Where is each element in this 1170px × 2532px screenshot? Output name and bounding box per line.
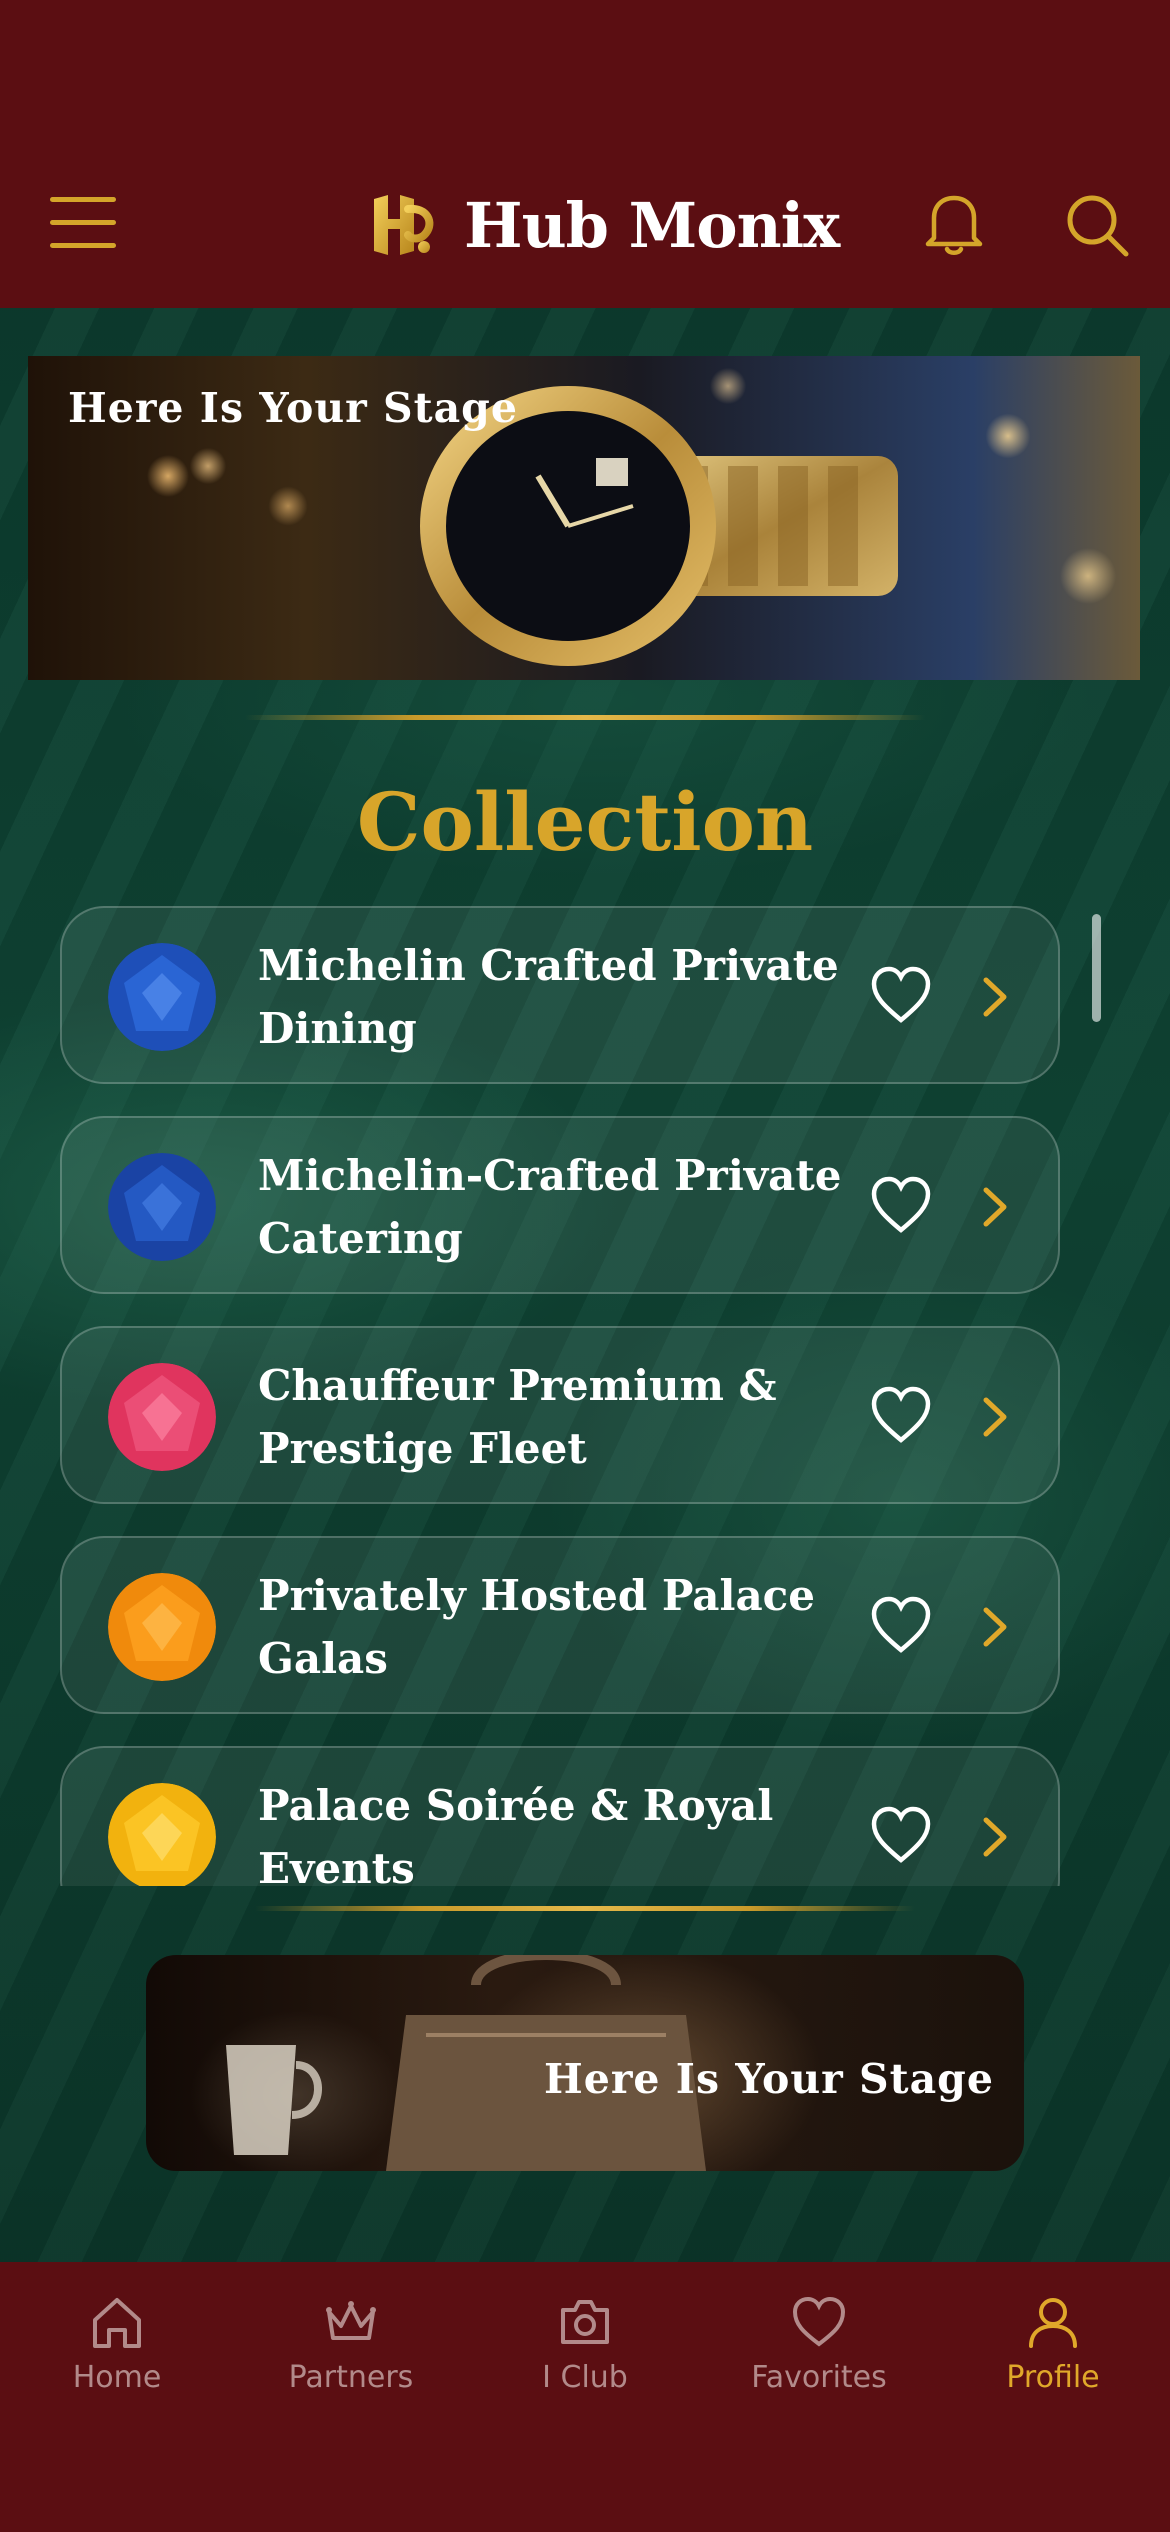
pink-gem-icon [108,1363,216,1471]
tab-label: Profile [1006,2360,1100,2395]
list-item[interactable]: Chauffeur Premium & Prestige Fleet [60,1326,1060,1504]
heart-icon[interactable] [870,1176,932,1236]
heart-icon[interactable] [870,1596,932,1656]
app-header: Hub Monix [0,0,1170,308]
gold-divider-bottom [255,1906,915,1911]
brand-name: Hub Monix [464,188,840,262]
collection-title: Collection [356,775,814,869]
tab-home[interactable]: Home [0,2292,234,2402]
item-label: Chauffeur Premium & Prestige Fleet [258,1361,777,1473]
item-label: Privately Hosted Palace Galas [258,1571,815,1683]
chevron-right-icon[interactable] [980,1814,1010,1860]
hero-banner[interactable]: Here Is Your Stage [28,356,1140,680]
item-label: Michelin Crafted Private Dining [258,941,839,1053]
tab-favorites[interactable]: Favorites [702,2292,936,2402]
gold-divider-top [245,715,925,720]
yellow-gem-icon [108,1783,216,1886]
bell-icon[interactable] [920,188,988,258]
item-label: Palace Soirée & Royal Events [258,1781,774,1886]
tab-i-club[interactable]: I Club [468,2292,702,2402]
bottom-tab-bar: Home Partners I Club Favorites Profile [0,2262,1170,2532]
list-item[interactable]: Michelin-Crafted Private Catering [60,1116,1060,1294]
list-item[interactable]: Palace Soirée & Royal Events [60,1746,1060,1886]
tab-label: I Club [542,2360,628,2395]
list-scrollbar[interactable] [1092,914,1101,1022]
camera-icon [561,2300,609,2344]
tab-label: Home [72,2360,162,2395]
item-label: Michelin-Crafted Private Catering [258,1151,842,1263]
tab-partners[interactable]: Partners [234,2292,468,2402]
list-item[interactable]: Privately Hosted Palace Galas [60,1536,1060,1714]
promo-banner[interactable]: Here Is Your Stage [146,1955,1024,2171]
user-icon [1029,2298,1077,2348]
home-icon [93,2298,141,2348]
tab-label: Favorites [751,2360,887,2395]
brand-logo[interactable]: Hub Monix [366,185,840,265]
blue-gem-icon [108,1153,216,1261]
heart-icon[interactable] [870,1806,932,1866]
hero-title: Here Is Your Stage [68,384,518,432]
logo-mark-icon [374,195,434,255]
list-item[interactable]: Michelin Crafted Private Dining [60,906,1060,1084]
chevron-right-icon[interactable] [980,1604,1010,1650]
heart-icon[interactable] [870,966,932,1026]
tab-profile[interactable]: Profile [936,2292,1170,2402]
promo-title: Here Is Your Stage [544,2055,994,2103]
search-icon[interactable] [1062,190,1132,260]
hamburger-menu-icon[interactable] [50,195,116,251]
cup-image [226,2045,322,2155]
chevron-right-icon[interactable] [980,974,1010,1020]
heart-icon[interactable] [870,1386,932,1446]
chevron-right-icon[interactable] [980,1394,1010,1440]
collection-list[interactable]: Michelin Crafted Private Dining Michelin… [58,906,1064,1886]
blue-gem-icon [108,943,216,1051]
heart-icon [792,2296,846,2347]
crown-icon [326,2301,376,2340]
orange-gem-icon [108,1573,216,1681]
tab-label: Partners [288,2360,414,2395]
chevron-right-icon[interactable] [980,1184,1010,1230]
